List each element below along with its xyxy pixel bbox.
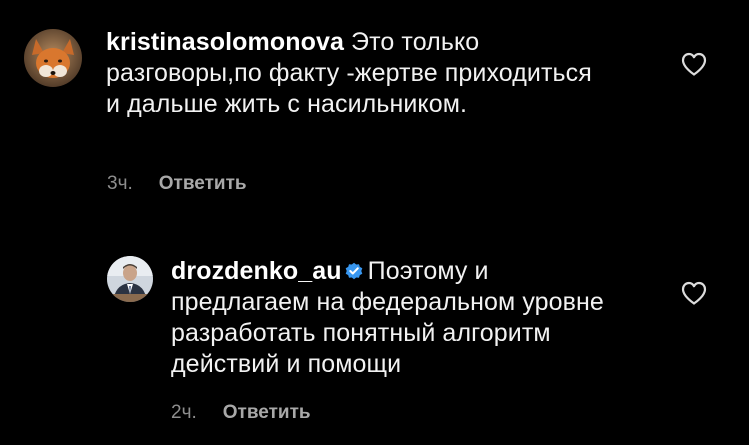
avatar[interactable] (24, 29, 82, 87)
comment-username[interactable]: drozdenko_au (171, 257, 342, 285)
comment-text-block: kristinasolomonova Это только разговоры,… (106, 27, 606, 120)
comment-text-block: drozdenko_au Поэтому и предлагаем на фед… (171, 256, 621, 380)
comment-timestamp[interactable]: 3ч. (107, 173, 133, 195)
reply-button[interactable]: Ответить (159, 173, 247, 195)
person-avatar-icon (107, 256, 153, 302)
reply-button[interactable]: Ответить (223, 402, 311, 424)
comment-timestamp[interactable]: 2ч. (171, 402, 197, 424)
heart-outline-icon[interactable] (680, 280, 708, 306)
verified-badge-icon (345, 262, 362, 280)
heart-outline-icon[interactable] (680, 51, 708, 77)
avatar[interactable] (107, 256, 153, 302)
fox-avatar-icon (24, 29, 82, 87)
comment-meta: 3ч. Ответить (107, 173, 247, 195)
comment-username[interactable]: kristinasolomonova (106, 28, 344, 56)
comment-meta: 2ч. Ответить (171, 402, 311, 424)
